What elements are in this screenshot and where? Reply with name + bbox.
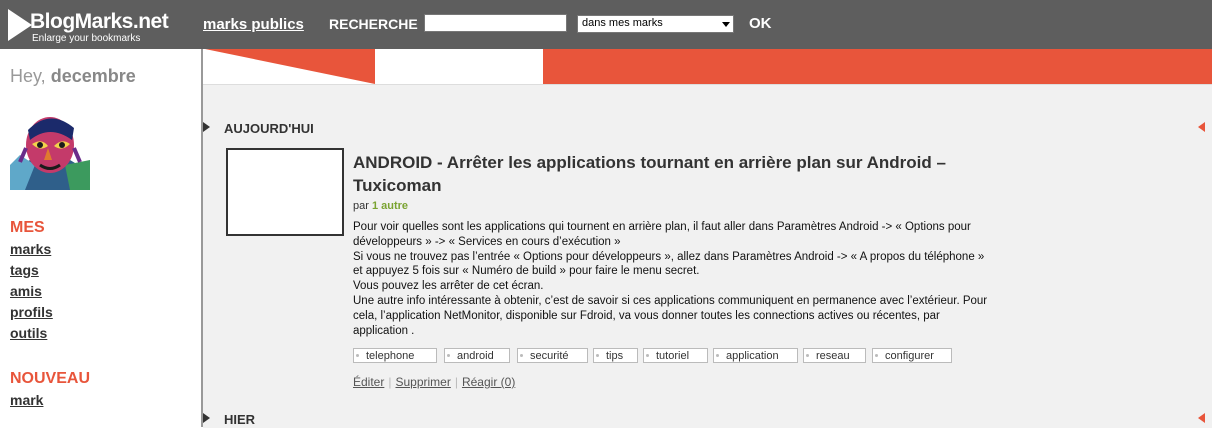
sidebar-link-marks[interactable]: marks xyxy=(10,241,51,257)
top-bar: BlogMarks.net Enlarge your bookmarks mar… xyxy=(0,0,1212,49)
mark-description-line: cela, l’application NetMonitor, disponib… xyxy=(353,309,940,322)
sidebar-link-profils[interactable]: profils xyxy=(10,304,53,320)
mark-description: Pour voir quelles sont les applications … xyxy=(353,220,1043,338)
day-marker-icon xyxy=(203,122,210,132)
chevron-down-icon xyxy=(722,22,730,27)
edit-link[interactable]: Éditer xyxy=(353,375,384,389)
mark-tags: telephone android securité tips tutoriel… xyxy=(353,348,1053,364)
sidebar-link-new-mark[interactable]: mark xyxy=(10,392,43,408)
username: decembre xyxy=(50,66,136,86)
search-input[interactable] xyxy=(424,14,567,32)
tag-telephone[interactable]: telephone xyxy=(353,348,437,363)
tag-application[interactable]: application xyxy=(713,348,798,363)
mark-description-line: Pour voir quelles sont les applications … xyxy=(353,221,971,233)
mes-section-title: MES xyxy=(10,219,45,236)
tag-securite[interactable]: securité xyxy=(517,348,588,363)
sidebar-link-outils[interactable]: outils xyxy=(10,325,47,341)
search-scope-select[interactable]: dans mes marks xyxy=(577,15,734,33)
mark-description-line: et appuyez 5 fois sur « Numéro de build … xyxy=(353,265,700,278)
react-link[interactable]: Réagir (0) xyxy=(462,375,515,389)
tag-android[interactable]: android xyxy=(444,348,510,363)
mark-description-line: Si vous ne trouvez pas l’entrée « Option… xyxy=(353,250,985,263)
mark-title-link[interactable]: ANDROID - Arrêter les applications tourn… xyxy=(353,151,1033,197)
sidebar: Hey, decembre MES marks tags amis profil… xyxy=(0,49,203,427)
sidebar-link-tags[interactable]: tags xyxy=(10,262,39,278)
search-label: RECHERCHE xyxy=(329,16,418,32)
separator: | xyxy=(454,375,458,389)
tag-configurer[interactable]: configurer xyxy=(872,348,952,363)
tag-tips[interactable]: tips xyxy=(593,348,638,363)
page-header-tab xyxy=(543,49,1212,84)
avatar-portrait-icon xyxy=(10,110,90,190)
marks-publics-link[interactable]: marks publics xyxy=(203,16,304,33)
mark-description-line: application . xyxy=(353,324,415,337)
separator: | xyxy=(388,375,392,389)
logo-name: BlogMarks.net xyxy=(30,10,169,33)
tag-reseau[interactable]: reseau xyxy=(803,348,866,363)
search-ok-button[interactable]: OK xyxy=(749,15,772,32)
nouveau-section-title: NOUVEAU xyxy=(10,370,91,387)
day-marker-right-icon xyxy=(1198,413,1205,423)
logo-flag-icon xyxy=(8,9,32,41)
page-header-slant xyxy=(205,49,375,84)
avatar[interactable] xyxy=(10,110,90,190)
mark-author-link[interactable]: 1 autre xyxy=(372,200,408,212)
greeting: Hey, decembre xyxy=(10,66,136,87)
day-heading-yesterday: HIER xyxy=(224,412,256,427)
mark-author-line: par 1 autre xyxy=(353,200,408,212)
mark-description-line: développeurs » -> « Services en cours d’… xyxy=(353,235,621,248)
page-title: MES MARKS xyxy=(400,57,523,79)
search-scope-value: dans mes marks xyxy=(582,17,663,29)
tag-tutoriel[interactable]: tutoriel xyxy=(643,348,708,363)
logo-tagline: Enlarge your bookmarks xyxy=(32,33,141,44)
delete-link[interactable]: Supprimer xyxy=(395,375,450,389)
logo[interactable]: BlogMarks.net Enlarge your bookmarks xyxy=(8,5,193,45)
day-heading-today: AUJOURD'HUI xyxy=(224,121,314,136)
day-marker-right-icon xyxy=(1198,122,1205,132)
mark-description-line: Vous pouvez les arrêter de cet écran. xyxy=(353,280,544,293)
day-marker-icon xyxy=(203,413,210,423)
mark-description-line: Une autre info intéressante à obtenir, c… xyxy=(353,294,988,307)
mark-thumbnail[interactable] xyxy=(226,148,344,236)
greeting-prefix: Hey, xyxy=(10,66,46,86)
sidebar-link-amis[interactable]: amis xyxy=(10,283,42,299)
mark-actions: Éditer | Supprimer | Réagir (0) xyxy=(353,375,515,389)
mark-author-prefix: par xyxy=(353,200,369,212)
